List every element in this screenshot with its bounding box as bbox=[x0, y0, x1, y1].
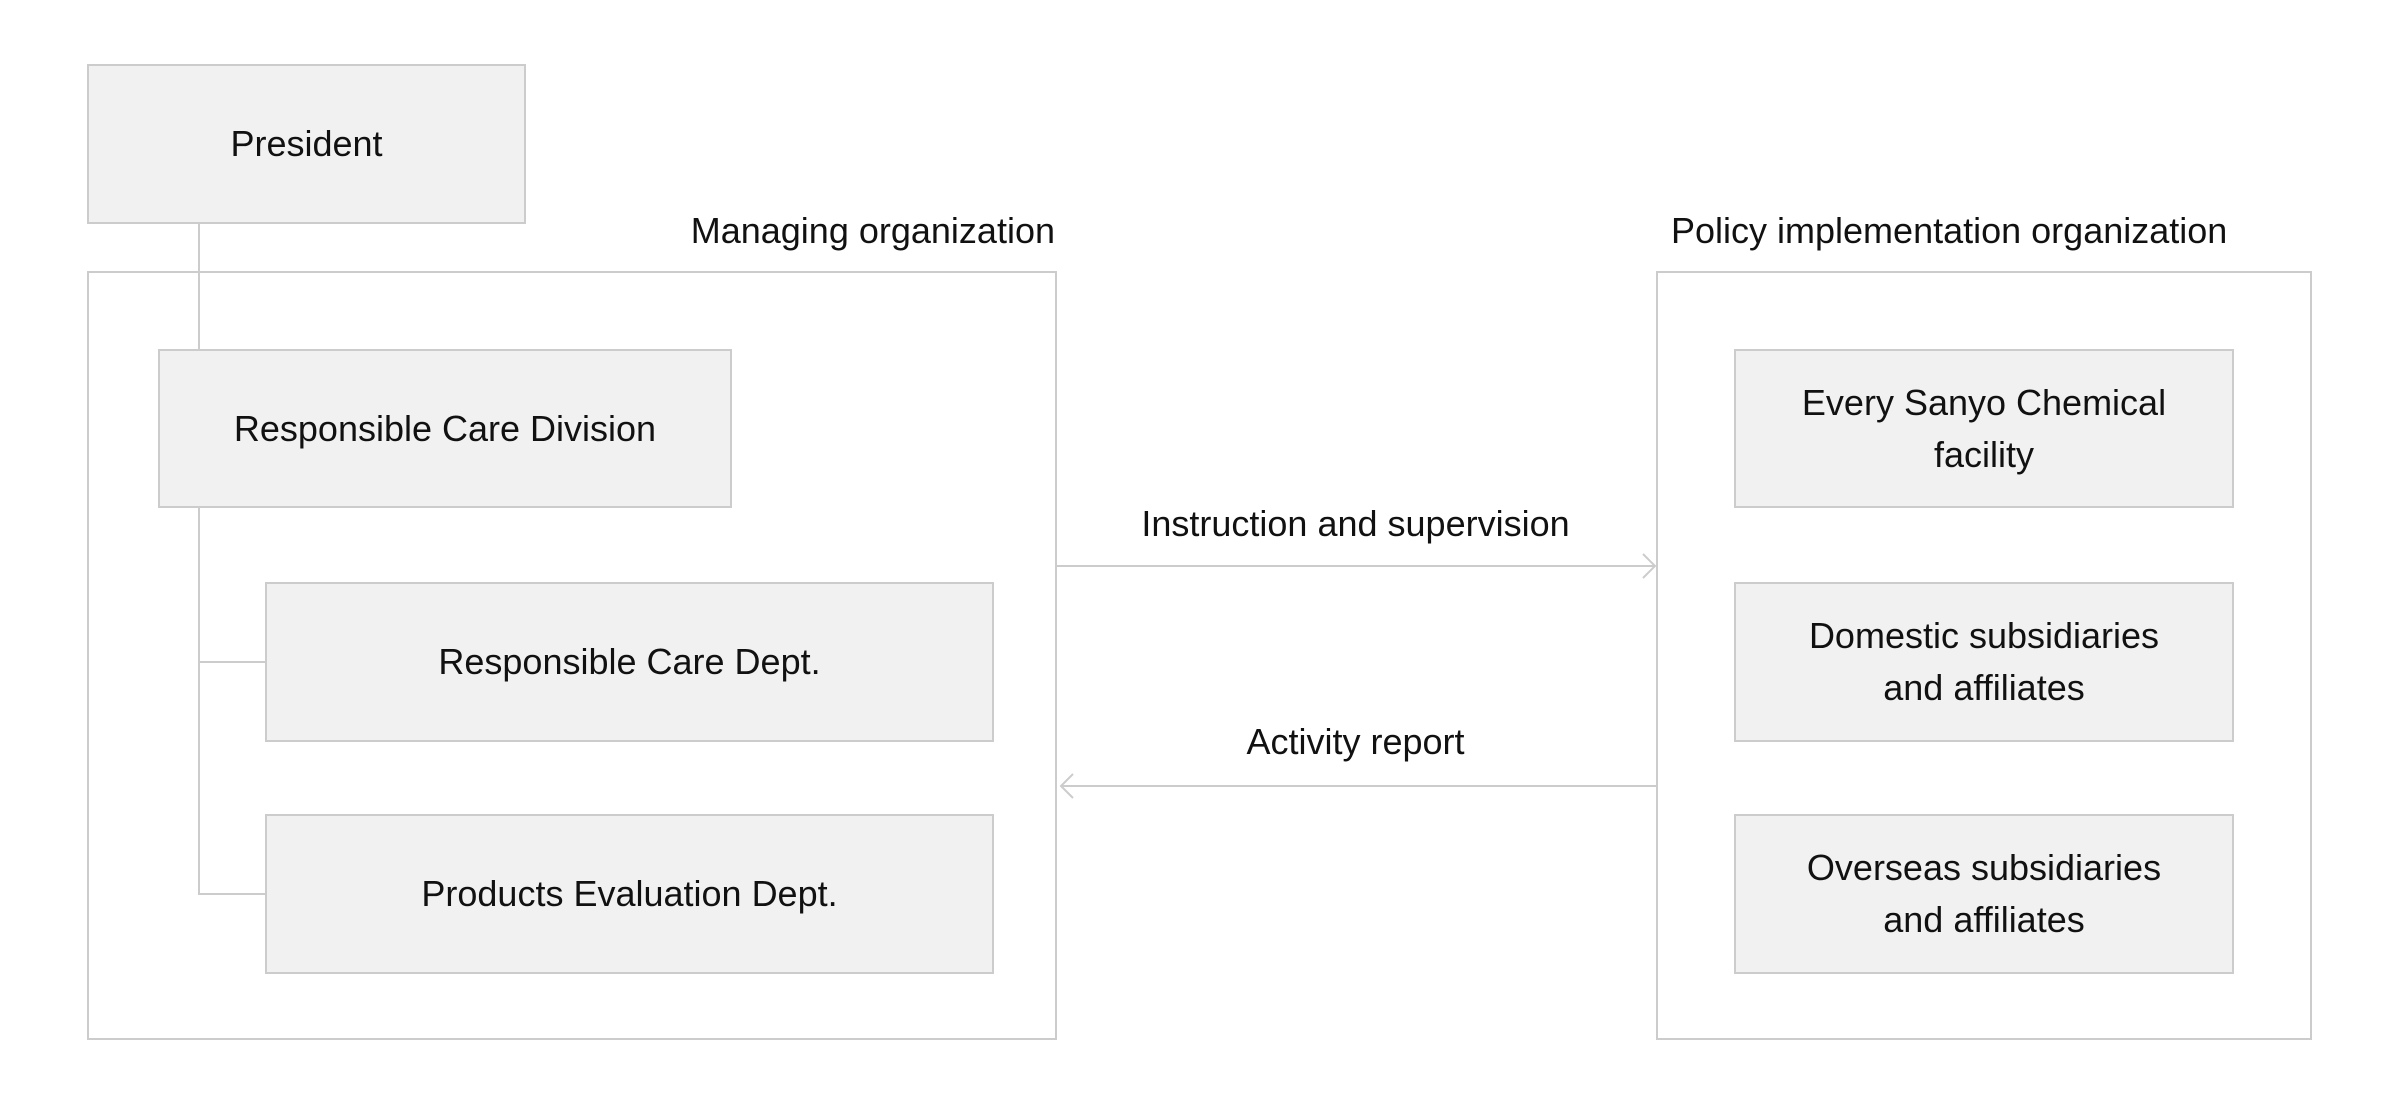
instruction-arrow bbox=[1056, 553, 1657, 579]
flow-arrows bbox=[1056, 553, 1657, 799]
activity-report-arrow bbox=[1059, 773, 1656, 799]
